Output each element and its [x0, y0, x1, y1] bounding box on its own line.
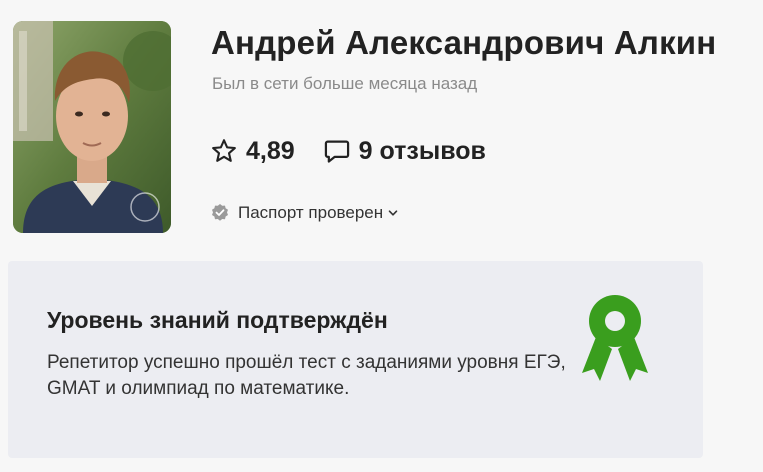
- chevron-down-icon: [388, 210, 398, 216]
- comment-icon: [324, 140, 349, 163]
- passport-verified-toggle[interactable]: Паспорт проверен: [210, 203, 399, 223]
- award-ribbon-icon: [582, 295, 648, 381]
- reviews-count: 9 отзывов: [358, 136, 486, 165]
- star-icon: [212, 139, 236, 162]
- rating[interactable]: 4,89: [210, 137, 295, 166]
- rating-value: 4,89: [246, 136, 295, 165]
- card-description: Репетитор успешно прошёл тест с заданиям…: [47, 352, 566, 399]
- verified-badge-icon: [212, 204, 228, 221]
- stats-row: 4,89 9 отзывов: [210, 136, 486, 166]
- last-seen-status: Был в сети больше месяца назад: [212, 74, 478, 93]
- reviews-link[interactable]: 9 отзывов: [323, 137, 486, 166]
- tutor-name: Андрей Александрович Алкин: [211, 24, 717, 61]
- avatar: [13, 21, 171, 233]
- tutor-photo: [13, 21, 171, 233]
- card-title: Уровень знаний подтверждён: [47, 307, 388, 333]
- passport-label: Паспорт проверен: [238, 203, 384, 222]
- knowledge-verified-card: Уровень знаний подтверждён Репетитор усп…: [8, 261, 703, 458]
